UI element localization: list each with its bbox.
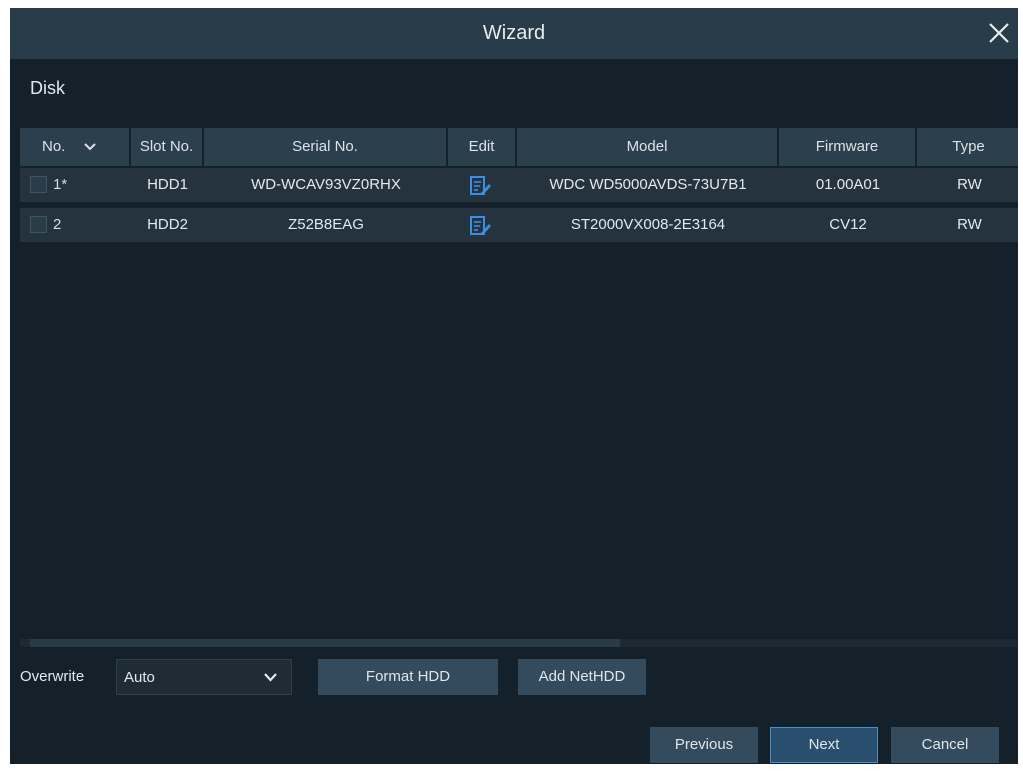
overwrite-select[interactable]: Auto [116,659,292,695]
wizard-window: Wizard Disk No. Slot No. Serial No. Edit… [10,8,1018,764]
overwrite-value: Auto [124,669,155,686]
row-slot: HDD1 [147,176,188,193]
column-header-serial[interactable]: Serial No. [204,128,448,166]
row-firmware: CV12 [829,216,867,233]
column-header-no[interactable]: No. [20,128,131,166]
column-header-slot[interactable]: Slot No. [131,128,204,166]
table-header: No. Slot No. Serial No. Edit Model Firmw… [20,128,1018,166]
row-firmware: 01.00A01 [815,176,881,193]
overwrite-label: Overwrite [20,668,85,685]
row-slot: HDD2 [147,216,188,233]
window-title: Wizard [482,22,546,44]
column-header-firmware[interactable]: Firmware [779,128,917,166]
scrollbar-thumb[interactable] [30,639,620,647]
close-icon [989,23,1009,43]
column-header-model[interactable]: Model [517,128,779,166]
row-no: 2 [53,216,62,233]
previous-button[interactable]: Previous [650,727,758,763]
next-button[interactable]: Next [770,727,878,763]
title-bar: Wizard [10,8,1018,59]
edit-icon[interactable] [470,216,492,236]
table-row[interactable]: 1* HDD1 WD-WCAV93VZ0RHX WDC WD5000AVDS-7… [20,168,1018,202]
cancel-button[interactable]: Cancel [891,727,999,763]
row-checkbox[interactable] [30,176,47,193]
row-type: RW [957,176,982,193]
format-hdd-button[interactable]: Format HDD [318,659,498,695]
row-serial: Z52B8EAG [288,216,364,233]
horizontal-scrollbar[interactable] [20,639,1018,647]
column-header-label: No. [42,138,66,155]
row-no: 1* [53,176,68,193]
column-header-edit[interactable]: Edit [448,128,517,166]
disk-table: No. Slot No. Serial No. Edit Model Firmw… [20,128,1018,656]
table-row[interactable]: 2 HDD2 Z52B8EAG ST2000VX008-2E3164 CV12 … [20,208,1018,242]
chevron-down-icon [83,143,96,151]
section-label: Disk [30,78,65,98]
close-button[interactable] [984,18,1014,48]
row-checkbox[interactable] [30,216,47,233]
row-model: ST2000VX008-2E3164 [570,216,726,233]
row-serial: WD-WCAV93VZ0RHX [251,176,401,193]
chevron-down-icon [264,673,277,682]
column-header-type[interactable]: Type [917,128,1018,166]
add-nethdd-button[interactable]: Add NetHDD [518,659,646,695]
row-type: RW [957,216,982,233]
row-model: WDC WD5000AVDS-73U7B1 [549,176,747,193]
edit-icon[interactable] [470,176,492,196]
